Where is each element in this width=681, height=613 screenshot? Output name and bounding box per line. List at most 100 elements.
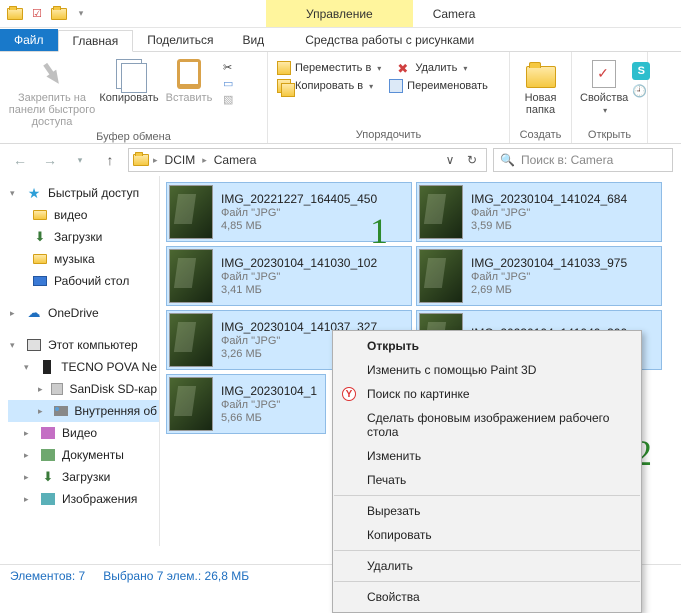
nav-item-downloads2[interactable]: ▸⬇Загрузки xyxy=(8,466,159,488)
snap-icon[interactable]: S xyxy=(632,62,650,80)
breadcrumb-segment[interactable]: DCIM xyxy=(162,153,199,167)
nav-item-pictures[interactable]: ▸Изображения xyxy=(8,488,159,510)
folder-icon xyxy=(50,5,68,23)
cm-copy[interactable]: Копировать xyxy=(333,523,641,547)
quick-access-toolbar: ☑ ▾ xyxy=(0,5,96,23)
qat-dropdown-icon[interactable]: ▾ xyxy=(72,5,90,23)
file-tile[interactable]: IMG_20230104_141030_102Файл "JPG"3,41 МБ xyxy=(166,246,412,306)
ribbon-group-new: Новая папка Создать xyxy=(510,52,572,143)
paste-label: Вставить xyxy=(166,92,213,104)
navigation-pane[interactable]: ▾★Быстрый доступ видео ⬇Загрузки музыка … xyxy=(0,176,160,546)
nav-item-video[interactable]: видео xyxy=(8,204,159,226)
pin-icon xyxy=(35,57,68,90)
nav-quick-access[interactable]: ▾★Быстрый доступ xyxy=(8,182,159,204)
cm-paint3d[interactable]: Изменить с помощью Paint 3D xyxy=(333,358,641,382)
pictures-icon xyxy=(40,491,56,507)
cm-set-wallpaper[interactable]: Сделать фоновым изображением рабочего ст… xyxy=(333,406,641,444)
copy-to-icon xyxy=(277,79,291,93)
folder-icon xyxy=(6,5,24,23)
nav-item-documents[interactable]: ▸Документы xyxy=(8,444,159,466)
file-tile[interactable]: IMG_20230104_141033_975Файл "JPG"2,69 МБ xyxy=(416,246,662,306)
nav-item-tecno[interactable]: ▾TECNO POVA Ne xyxy=(8,356,159,378)
title-bar: ☑ ▾ Управление Camera xyxy=(0,0,681,28)
search-input[interactable]: 🔍 Поиск в: Camera xyxy=(493,148,673,172)
new-folder-label: Новая папка xyxy=(518,92,563,116)
chevron-down-icon: ▾ xyxy=(603,106,607,115)
chevron-right-icon[interactable]: ▸ xyxy=(153,155,158,166)
copy-to-button[interactable]: Копировать в▾ xyxy=(274,78,376,94)
cm-yandex-image-search[interactable]: YПоиск по картинке xyxy=(333,382,641,406)
cm-separator xyxy=(334,581,640,582)
properties-icon xyxy=(592,60,616,88)
move-to-label: Переместить в xyxy=(295,62,371,74)
address-bar[interactable]: ▸ DCIM ▸ Camera ∨ ↻ xyxy=(128,148,487,172)
file-tile[interactable]: IMG_20230104_1Файл "JPG"5,66 МБ xyxy=(166,374,326,434)
phone-icon xyxy=(40,359,56,375)
tab-share[interactable]: Поделиться xyxy=(133,29,228,51)
delete-label: Удалить xyxy=(415,62,457,74)
pin-label: Закрепить на панели быстрого доступа xyxy=(8,92,96,128)
cloud-icon: ☁ xyxy=(26,305,42,321)
cm-edit[interactable]: Изменить xyxy=(333,444,641,468)
refresh-button[interactable]: ↻ xyxy=(462,153,482,167)
nav-label: Внутренняя об xyxy=(74,404,157,418)
paste-shortcut-small-button[interactable]: ▧ xyxy=(220,92,236,107)
desktop-icon xyxy=(32,273,48,289)
nav-label: Загрузки xyxy=(54,230,102,244)
file-type: Файл "JPG" xyxy=(471,271,627,283)
new-folder-button[interactable]: Новая папка xyxy=(516,56,565,118)
pin-to-quick-access-button[interactable]: Закрепить на панели быстрого доступа xyxy=(6,56,98,130)
nav-label: TECNO POVA Ne xyxy=(61,360,157,374)
qat-checkbox-icon[interactable]: ☑ xyxy=(28,5,46,23)
thumbnail xyxy=(169,185,213,239)
nav-recent-button[interactable]: ▾ xyxy=(68,148,92,172)
tab-picture-tools[interactable]: Средства работы с рисунками xyxy=(291,29,489,51)
cm-print[interactable]: Печать xyxy=(333,468,641,492)
sd-card-icon xyxy=(51,381,63,397)
chevron-right-icon[interactable]: ▸ xyxy=(202,155,207,166)
nav-back-button[interactable]: ← xyxy=(8,148,32,172)
cm-properties[interactable]: Свойства xyxy=(333,585,641,609)
nav-onedrive[interactable]: ▸☁OneDrive xyxy=(8,302,159,324)
cut-small-button[interactable]: ✂ xyxy=(220,60,236,75)
rename-button[interactable]: Переименовать xyxy=(386,78,491,94)
address-dropdown-button[interactable]: ∨ xyxy=(440,153,460,167)
history-icon[interactable]: 🕘 xyxy=(632,84,650,98)
file-tile[interactable]: IMG_20230104_141024_684Файл "JPG"3,59 МБ xyxy=(416,182,662,242)
star-icon: ★ xyxy=(26,185,42,201)
cm-delete[interactable]: Удалить xyxy=(333,554,641,578)
cm-label: Поиск по картинке xyxy=(367,387,470,401)
nav-item-downloads[interactable]: ⬇Загрузки xyxy=(8,226,159,248)
properties-button[interactable]: Свойства▾ xyxy=(578,56,630,117)
copy-button[interactable]: Копировать xyxy=(100,56,158,106)
nav-item-music[interactable]: музыка xyxy=(8,248,159,270)
nav-item-videos[interactable]: ▸Видео xyxy=(8,422,159,444)
file-name: IMG_20230104_141030_102 xyxy=(221,256,377,270)
thumbnail xyxy=(169,249,213,303)
cm-cut[interactable]: Вырезать xyxy=(333,499,641,523)
cm-open[interactable]: Открыть xyxy=(333,334,641,358)
nav-item-internal[interactable]: ▸Внутренняя об xyxy=(8,400,159,422)
nav-this-pc[interactable]: ▾Этот компьютер xyxy=(8,334,159,356)
context-menu: Открыть Изменить с помощью Paint 3D YПои… xyxy=(332,330,642,613)
nav-item-desktop[interactable]: Рабочий стол xyxy=(8,270,159,292)
nav-label: Документы xyxy=(62,448,124,462)
delete-button[interactable]: Удалить▾ xyxy=(394,60,470,76)
file-size: 4,85 МБ xyxy=(221,220,377,232)
copy-path-small-button[interactable]: ▭ xyxy=(220,76,236,91)
nav-label: Быстрый доступ xyxy=(48,186,139,200)
nav-item-sandisk[interactable]: ▸SanDisk SD-кар xyxy=(8,378,159,400)
file-name: IMG_20230104_141024_684 xyxy=(471,192,627,206)
tab-view[interactable]: Вид xyxy=(228,29,279,51)
tab-home[interactable]: Главная xyxy=(58,30,134,52)
drive-icon xyxy=(53,403,68,419)
copy-icon xyxy=(116,59,142,89)
paste-button[interactable]: Вставить xyxy=(160,56,218,106)
tab-file[interactable]: Файл xyxy=(0,29,58,51)
nav-up-button[interactable]: ↑ xyxy=(98,148,122,172)
file-name: IMG_20221227_164405_450 xyxy=(221,192,377,206)
move-to-button[interactable]: Переместить в▾ xyxy=(274,60,384,76)
nav-forward-button: → xyxy=(38,148,62,172)
breadcrumb-segment[interactable]: Camera xyxy=(211,153,260,167)
paste-icon xyxy=(177,59,201,89)
